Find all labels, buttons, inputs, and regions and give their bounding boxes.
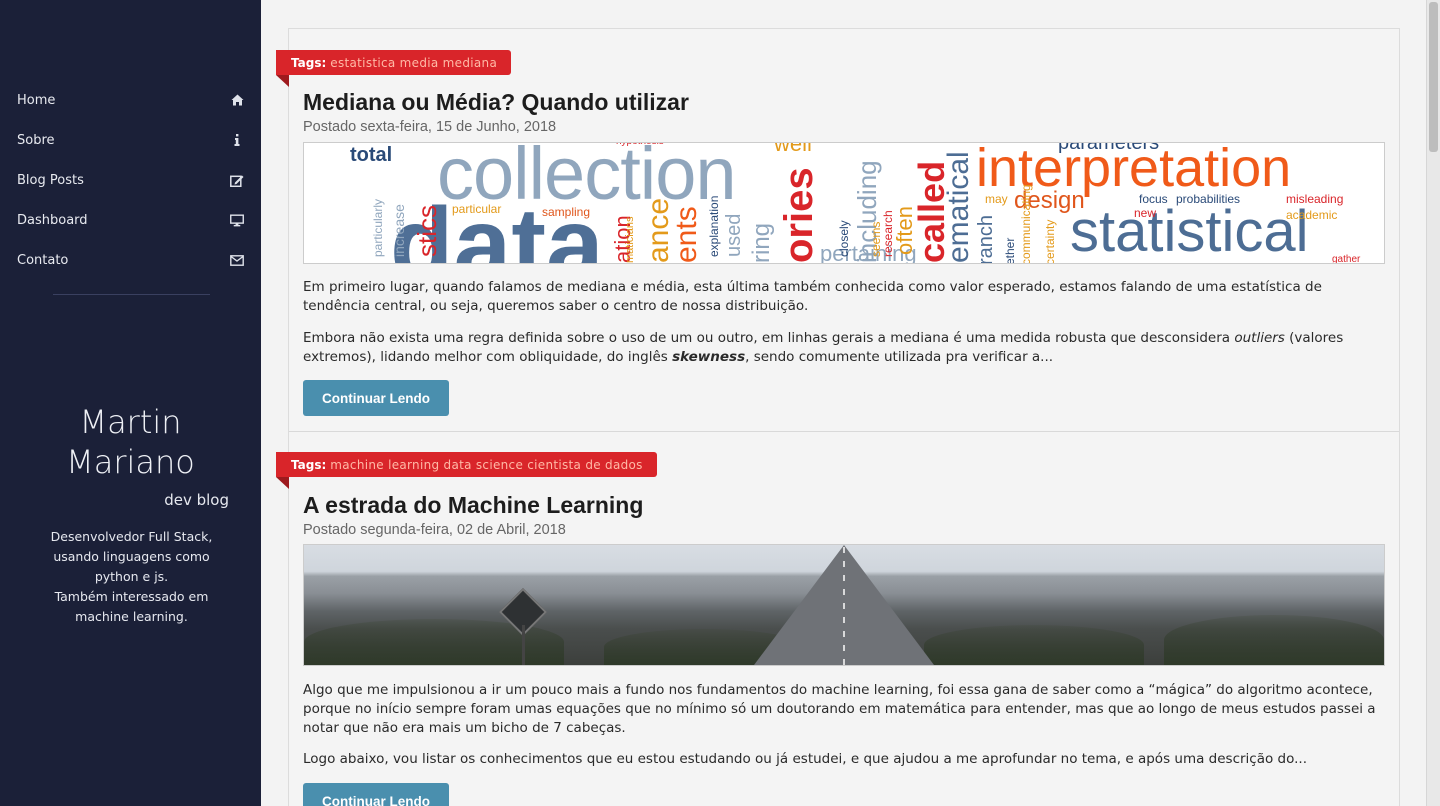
cloud-word: explanation	[707, 195, 721, 257]
post-excerpt-1: Em primeiro lugar, quando falamos de med…	[303, 279, 1322, 314]
post-excerpt-2: Embora não exista uma regra definida sob…	[303, 329, 1385, 367]
post-image-wordcloud[interactable]: total collection interpretation data sta…	[303, 142, 1385, 264]
envelope-icon	[230, 253, 244, 267]
cloud-word: ories	[777, 167, 821, 263]
tags-values[interactable]: machine learning data science cientista …	[330, 458, 642, 472]
bio-line: machine learning.	[75, 609, 188, 624]
cloud-word: misleading	[1286, 192, 1344, 206]
cloud-word: ring	[748, 222, 775, 263]
blog-post: Tags: machine learning data science cien…	[276, 431, 1399, 806]
bio-line: Também interessado em	[54, 589, 209, 604]
sidebar: Home Sobre Blog Posts Dashboard Contato	[0, 0, 261, 806]
info-icon	[230, 133, 244, 147]
wordcloud: total collection interpretation data sta…	[304, 143, 1384, 263]
bio-line: Desenvolvedor Full Stack,	[50, 529, 213, 544]
tags-label: Tags:	[291, 457, 327, 472]
cloud-word: well	[774, 142, 812, 156]
profile-name-last: Mariano	[66, 443, 195, 481]
cloud-word: stics	[412, 205, 442, 257]
cloud-word: communicating	[1019, 184, 1033, 264]
road-sign-post	[522, 625, 525, 665]
cloud-word: academic	[1286, 208, 1338, 222]
post-tags: Tags: machine learning data science cien…	[276, 452, 657, 489]
sidebar-item-label: Sobre	[17, 132, 55, 148]
shrub	[1164, 615, 1384, 665]
cloud-word: particular	[452, 202, 502, 216]
cloud-word: increase	[391, 204, 407, 257]
excerpt-text: , sendo comumente utilizada pra verifica…	[745, 349, 1054, 365]
bio-line: python e js.	[94, 569, 169, 584]
shrub	[924, 625, 1144, 665]
post-image-road[interactable]	[303, 544, 1385, 666]
sidebar-item-label: Contato	[17, 252, 69, 268]
scrollbar-thumb[interactable]	[1429, 2, 1438, 152]
cloud-word: gather	[1332, 254, 1361, 264]
cloud-word: maticians	[624, 216, 636, 263]
blog-post: Tags: estatistica media mediana Mediana …	[276, 29, 1399, 431]
excerpt-text: Embora não exista uma regra definida sob…	[303, 330, 1235, 346]
post-title[interactable]: Mediana ou Média? Quando utilizar	[303, 89, 689, 116]
cloud-word: closely	[837, 220, 851, 257]
cloud-word: probabilities	[1176, 192, 1241, 206]
sidebar-nav: Home Sobre Blog Posts Dashboard Contato	[0, 80, 261, 280]
cloud-word: sampling	[542, 205, 591, 219]
tags-label: Tags:	[291, 55, 327, 70]
cloud-word: new	[1134, 206, 1157, 220]
profile-name-first: Martin	[79, 403, 182, 441]
cloud-word: ance	[642, 197, 675, 263]
cloud-word: seems	[869, 221, 883, 257]
sidebar-divider	[53, 294, 210, 295]
sidebar-item-label: Home	[17, 92, 56, 108]
cloud-word: ether	[1003, 237, 1017, 264]
sidebar-item-home[interactable]: Home	[0, 80, 261, 120]
cloud-word: particularly	[371, 198, 385, 257]
edit-icon	[230, 173, 244, 187]
road-photo	[304, 545, 1384, 665]
home-icon	[230, 93, 244, 107]
tags-values[interactable]: estatistica media mediana	[330, 56, 497, 70]
cloud-word: parameters	[1058, 142, 1160, 154]
sidebar-item-sobre[interactable]: Sobre	[0, 120, 261, 160]
post-excerpt-1: Algo que me impulsionou a ir um pouco ma…	[303, 682, 1376, 736]
post-tags: Tags: estatistica media mediana	[276, 50, 512, 87]
continue-reading-button[interactable]: Continuar Lendo	[303, 380, 449, 416]
sidebar-item-contato[interactable]: Contato	[0, 240, 261, 280]
profile-bio: Desenvolvedor Full Stack, usando linguag…	[30, 527, 233, 627]
desktop-icon	[230, 213, 244, 227]
cloud-word: hypothesis	[616, 143, 664, 147]
sidebar-item-dashboard[interactable]: Dashboard	[0, 200, 261, 240]
profile-subtitle: dev blog	[164, 491, 229, 509]
cloud-word: focus	[1139, 192, 1168, 206]
cloud-word: statistical	[1070, 199, 1309, 264]
cloud-word: ematical	[942, 151, 975, 263]
cloud-word: used	[723, 213, 745, 257]
bio-line: usando linguagens como	[53, 549, 210, 564]
cloud-word: ranch	[975, 214, 997, 264]
continue-reading-button[interactable]: Continuar Lendo	[303, 783, 449, 806]
excerpt-emphasis: outliers	[1234, 330, 1285, 346]
road-center-line	[843, 547, 845, 665]
cloud-word: may	[985, 192, 1008, 206]
cloud-word: certainty	[1043, 219, 1057, 264]
sidebar-item-blog-posts[interactable]: Blog Posts	[0, 160, 261, 200]
page-scrollbar[interactable]	[1426, 0, 1440, 806]
profile-name: Martin Mariano	[0, 402, 261, 482]
post-excerpt-2: Logo abaixo, vou listar os conhecimentos…	[303, 751, 1308, 767]
post-date: Postado sexta-feira, 15 de Junho, 2018	[303, 119, 557, 135]
cloud-word: ents	[670, 206, 703, 263]
cloud-word: often	[892, 206, 917, 255]
sidebar-item-label: Dashboard	[17, 212, 88, 228]
post-date: Postado segunda-feira, 02 de Abril, 2018	[303, 522, 566, 538]
sidebar-item-label: Blog Posts	[17, 172, 84, 188]
excerpt-emphasis: skewness	[672, 349, 746, 365]
post-list: Tags: estatistica media mediana Mediana …	[276, 28, 1400, 806]
post-title[interactable]: A estrada do Machine Learning	[303, 492, 643, 519]
